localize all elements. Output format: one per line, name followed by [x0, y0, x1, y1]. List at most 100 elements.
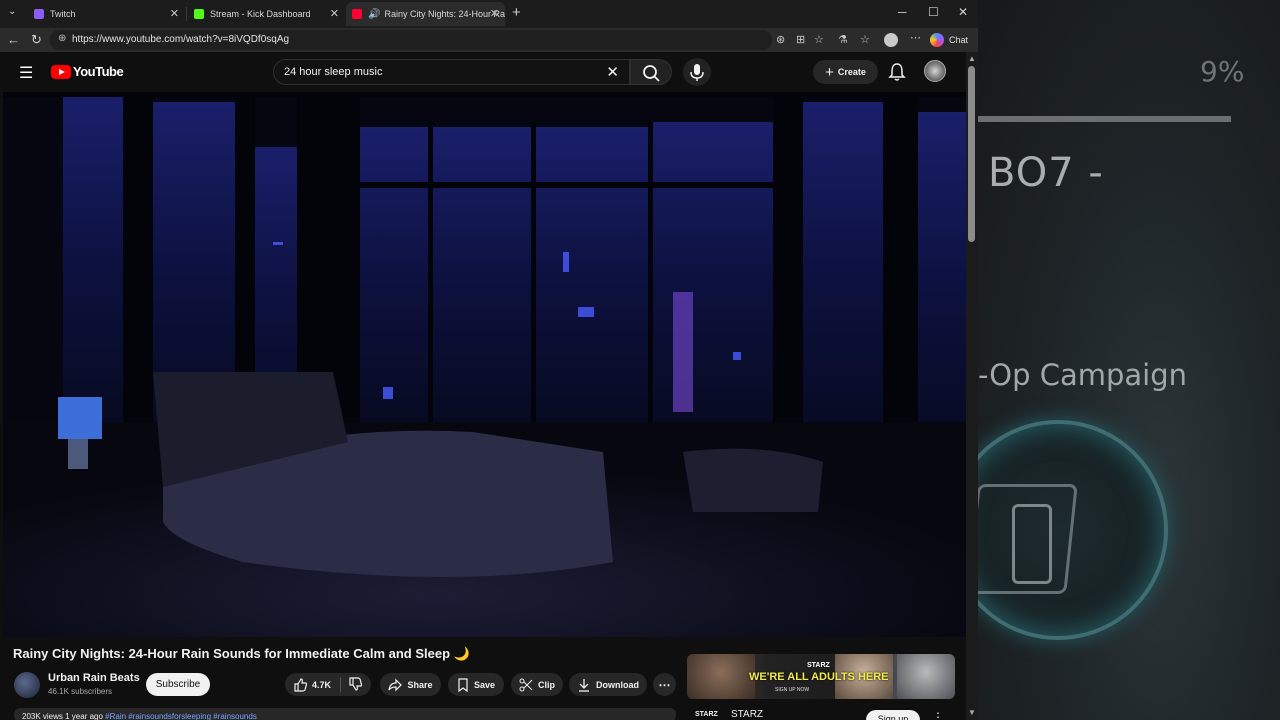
ad-headline: WE'RE ALL ADULTS HERE — [749, 671, 889, 683]
search-query[interactable]: 24 hour sleep music — [284, 66, 382, 78]
channel-avatar[interactable] — [14, 672, 40, 698]
close-icon[interactable]: ✕ — [330, 7, 339, 20]
share-label: Share — [407, 679, 433, 690]
download-icon — [579, 678, 589, 692]
ad-brand-name[interactable]: STARZ — [731, 709, 763, 720]
address-bar-row: ← ↻ ⊕ https://www.youtube.com/watch?v=8i… — [0, 28, 978, 52]
clear-search-icon[interactable]: ✕ — [606, 63, 619, 81]
more-icon[interactable]: ⋯ — [910, 31, 921, 44]
scissors-icon — [519, 678, 533, 691]
back-icon[interactable]: ← — [7, 32, 20, 47]
notifications-bell-icon[interactable] — [888, 62, 906, 82]
video-title: Rainy City Nights: 24-Hour Rain Sounds f… — [13, 646, 470, 661]
browser-window: ⌄ Twitch ✕ Stream - Kick Dashboard ✕ 🔊 R… — [0, 0, 978, 720]
scroll-up-icon[interactable]: ▲ — [968, 54, 976, 63]
reload-icon[interactable]: ↻ — [31, 32, 42, 48]
like-dislike-group: 4.7K — [285, 673, 371, 696]
ad-signup-small: SIGN UP NOW — [775, 687, 810, 693]
close-icon[interactable]: ✕ — [170, 7, 179, 20]
video-description-box[interactable]: 203K views 1 year ago #Rain #rainsoundsf… — [14, 708, 676, 720]
video-player[interactable] — [3, 92, 966, 637]
bookmark-icon — [458, 677, 468, 692]
copilot-icon — [930, 33, 944, 47]
view-count: 203K views 1 year ago — [22, 712, 103, 720]
minimize-icon[interactable]: ─ — [898, 5, 907, 19]
favorites-icon[interactable]: ☆ — [860, 33, 870, 46]
account-avatar[interactable] — [924, 60, 946, 82]
youtube-header: ☰ YouTube 24 hour sleep music ✕ + Create — [0, 52, 966, 92]
progress-percent: 9% — [1200, 55, 1245, 88]
save-button[interactable]: Save — [448, 673, 504, 696]
search-icon — [643, 65, 660, 82]
clip-button[interactable]: Clip — [511, 673, 563, 696]
download-button[interactable]: Download — [569, 673, 647, 696]
tab-list-icon[interactable]: ⌄ — [8, 6, 16, 17]
video-frame-rainy-bedroom — [3, 92, 966, 637]
save-label: Save — [473, 679, 496, 690]
game-emblem — [978, 420, 1168, 640]
translate-icon[interactable]: ⊛ — [776, 33, 785, 46]
tab-label: Stream - Kick Dashboard — [210, 9, 311, 19]
share-icon — [388, 678, 403, 691]
search-input[interactable]: 24 hour sleep music ✕ — [273, 59, 630, 85]
chat-label: Chat — [949, 35, 969, 45]
plus-icon: + — [825, 63, 834, 81]
progress-bar — [978, 116, 1231, 122]
copilot-chat-button[interactable]: Chat — [930, 31, 968, 49]
search-button[interactable] — [630, 59, 672, 85]
scrollbar-thumb[interactable] — [968, 66, 975, 242]
youtube-icon — [352, 9, 362, 19]
apps-icon[interactable]: ⊞ — [796, 33, 805, 46]
subscribe-button[interactable]: Subscribe — [146, 673, 210, 696]
site-info-icon[interactable]: ⊕ — [58, 33, 66, 44]
logo-text: YouTube — [73, 64, 124, 79]
create-button[interactable]: + Create — [813, 60, 878, 84]
like-divider — [340, 677, 341, 692]
ad-brand-small: STARZ — [807, 662, 830, 669]
microphone-icon — [690, 64, 704, 81]
speaker-icon[interactable]: 🔊 — [368, 9, 380, 20]
channel-name[interactable]: Urban Rain Beats — [48, 672, 140, 684]
url-text[interactable]: https://www.youtube.com/watch?v=8iVQDf0s… — [72, 34, 289, 45]
download-label: Download — [596, 679, 639, 690]
game-title: BO7 - — [988, 150, 1104, 196]
hashtags[interactable]: #Rain #rainsoundsforsleeping #rainsounds — [105, 712, 257, 720]
like-count[interactable]: 4.7K — [312, 680, 331, 690]
address-bar[interactable]: ⊕ https://www.youtube.com/watch?v=8iVQDf… — [50, 30, 772, 50]
background-game-window: 9% BO7 - -Op Campaign — [978, 0, 1280, 720]
subscriber-count: 46.1K subscribers — [48, 687, 113, 696]
menu-icon[interactable]: ☰ — [19, 63, 33, 83]
ad-signup-button[interactable]: Sign up — [866, 710, 920, 720]
tab-youtube[interactable]: 🔊 Rainy City Nights: 24-Hour Ra ✕ — [346, 2, 505, 26]
favorite-star-icon[interactable]: ☆ — [814, 33, 824, 46]
maximize-icon[interactable]: ☐ — [928, 5, 939, 19]
like-icon[interactable] — [293, 677, 307, 692]
create-label: Create — [837, 67, 866, 77]
profile-icon[interactable] — [884, 33, 898, 47]
youtube-play-icon — [51, 64, 71, 79]
ad-logo: STARZ — [695, 711, 718, 718]
ad-banner[interactable]: STARZ WE'RE ALL ADULTS HERE SIGN UP NOW — [687, 654, 955, 699]
youtube-logo[interactable]: YouTube — [51, 64, 124, 79]
voice-search-button[interactable] — [683, 58, 711, 86]
tab-kick[interactable]: Stream - Kick Dashboard ✕ — [188, 2, 345, 26]
ad-image-face-3 — [897, 654, 955, 699]
ad-more-icon[interactable]: ⋮ — [932, 710, 944, 720]
kick-icon — [194, 9, 204, 19]
tab-twitch[interactable]: Twitch ✕ — [28, 2, 185, 26]
window-close-icon[interactable]: ✕ — [958, 5, 968, 19]
share-button[interactable]: Share — [380, 673, 441, 696]
tab-label: Twitch — [50, 9, 76, 19]
page-scrollbar[interactable]: ▲ ▼ — [966, 52, 978, 720]
tab-bar: ⌄ Twitch ✕ Stream - Kick Dashboard ✕ 🔊 R… — [0, 0, 978, 28]
ad-image-face-1 — [687, 654, 755, 699]
twitch-icon — [34, 9, 44, 19]
dislike-icon[interactable] — [348, 677, 367, 693]
game-subtitle: -Op Campaign — [978, 358, 1188, 392]
more-actions-icon[interactable]: ⋯ — [653, 673, 676, 696]
close-icon[interactable]: ✕ — [490, 7, 499, 20]
extensions-icon[interactable]: ⚗ — [838, 33, 848, 46]
scroll-down-icon[interactable]: ▼ — [968, 708, 976, 717]
new-tab-icon[interactable]: + — [512, 4, 521, 21]
tab-label: Rainy City Nights: 24-Hour Ra — [384, 9, 505, 19]
